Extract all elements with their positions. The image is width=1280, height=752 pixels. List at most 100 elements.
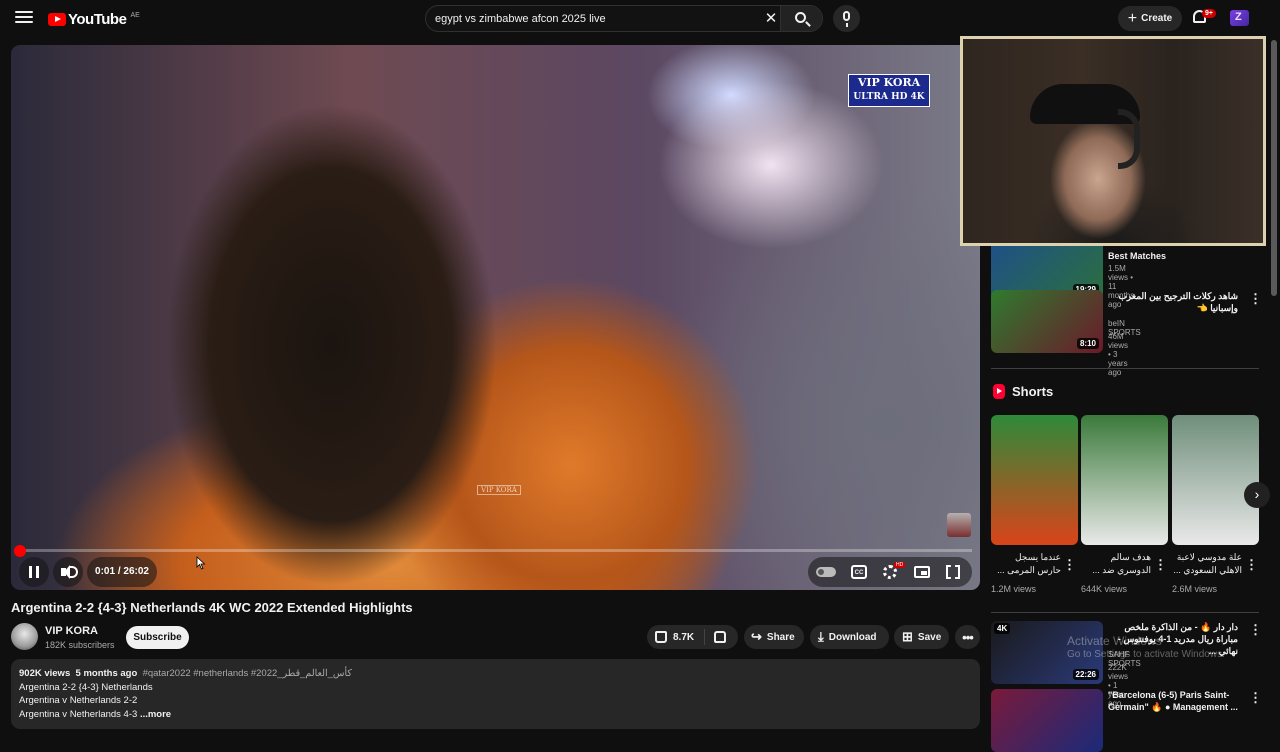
mouse-cursor-icon <box>196 556 206 570</box>
subtitles-button[interactable]: CC <box>851 565 867 579</box>
headset <box>1118 109 1140 169</box>
download-label: Download <box>828 631 877 643</box>
more-actions-icon[interactable]: ••• <box>955 625 980 649</box>
masthead: YouTube AE ✕ + Create 9+ <box>0 0 1280 37</box>
clear-search-icon[interactable]: ✕ <box>761 9 781 29</box>
video-title: Argentina 2-2 {4-3} Netherlands 4K WC 20… <box>11 600 413 615</box>
voice-search-button[interactable] <box>833 5 860 32</box>
short-thumbnail[interactable] <box>1081 415 1168 545</box>
plus-icon: + <box>1127 9 1138 27</box>
video-meta: 46M views • 3 years ago <box>1108 332 1129 377</box>
speaker-icon <box>61 565 70 579</box>
right-controls: CC HD <box>808 557 972 587</box>
like-button[interactable]: 8.7K <box>647 629 705 645</box>
scrubber-handle[interactable] <box>14 545 26 557</box>
channel-avatar[interactable] <box>11 623 38 650</box>
save-button[interactable]: ⊞ Save <box>894 625 949 649</box>
more-options-icon[interactable] <box>1249 621 1257 637</box>
subscribe-button[interactable]: Subscribe <box>126 626 189 649</box>
show-more-link[interactable]: ...more <box>140 709 171 720</box>
volume-button[interactable] <box>53 557 83 587</box>
share-button[interactable]: ↪ Share <box>744 625 804 649</box>
activate-subtitle: Go to Settings to activate Windows. <box>1067 649 1225 660</box>
fullscreen-icon[interactable] <box>946 565 960 579</box>
video-thumbnail[interactable]: 8:10 <box>991 290 1103 353</box>
video-thumbnail[interactable] <box>991 689 1103 752</box>
thumbs-down-icon[interactable] <box>714 631 726 643</box>
short-title[interactable]: عندما يسجل حارس المرمى ... <box>991 551 1061 577</box>
bookmark-icon: ⊞ <box>902 629 913 644</box>
share-arrow-icon: ↪ <box>751 629 762 644</box>
description-meta: 902K views 5 months ago #qatar2022 #neth… <box>19 667 972 681</box>
search-input[interactable] <box>426 6 760 31</box>
scrollbar[interactable] <box>1271 40 1277 296</box>
channel-name[interactable]: VIP KORA <box>45 625 98 637</box>
video-title[interactable]: شاهد ركلات الترجيح بين المغرب وإسبانيا 👈 <box>1108 290 1238 314</box>
search-button[interactable] <box>780 6 822 31</box>
watermark-line-1: VIP KORA <box>857 76 921 89</box>
save-label: Save <box>917 631 942 643</box>
pause-icon-bar <box>36 566 39 578</box>
progress-bar[interactable] <box>19 549 972 552</box>
search-icon <box>795 12 806 23</box>
hamburger-menu-icon[interactable] <box>14 8 34 28</box>
more-options-icon[interactable] <box>1154 556 1162 572</box>
create-label: Create <box>1141 13 1173 24</box>
description-line: Argentina 2-2 {4-3} Netherlands <box>19 681 153 693</box>
view-count: 902K views <box>19 668 71 679</box>
more-options-icon[interactable] <box>1245 556 1253 572</box>
autoplay-toggle[interactable] <box>816 567 836 577</box>
more-options-icon[interactable] <box>1249 689 1257 705</box>
divider <box>991 612 1259 613</box>
shorts-heading: Shorts <box>1012 384 1054 399</box>
windows-activation-watermark: Activate Windows Go to Settings to activ… <box>1067 634 1225 662</box>
logo-text: YouTube <box>68 10 127 28</box>
center-watermark: VIP KORA <box>477 485 521 495</box>
short-thumbnail[interactable] <box>1172 415 1259 545</box>
channel-watermark: VIP KORA ULTRA HD 4K <box>848 74 930 107</box>
volume-wave-icon <box>70 566 78 578</box>
short-views: 1.2M views <box>991 584 1037 594</box>
description-line: Argentina v Netherlands 2-2 <box>19 695 138 706</box>
share-label: Share <box>766 631 795 643</box>
like-count: 8.7K <box>673 631 695 643</box>
download-icon: ⤓ <box>818 629 824 644</box>
account-avatar[interactable] <box>1230 10 1249 26</box>
watermark-line-2: ULTRA HD 4K <box>853 92 925 102</box>
hashtags[interactable]: #qatar2022 #netherlands #كأس_العالم_قطر_… <box>143 668 352 679</box>
time-display: 0:01 / 26:02 <box>87 557 157 587</box>
video-player[interactable]: VIP KORA ULTRA HD 4K VIP KORA 0:01 / 26:… <box>11 45 980 590</box>
description-line: Argentina v Netherlands 4-3 <box>19 708 138 720</box>
like-dislike-group: 8.7K <box>647 625 738 649</box>
next-shorts-chevron-icon[interactable]: › <box>1244 482 1270 508</box>
notifications-badge: 9+ <box>1202 9 1216 18</box>
4k-badge: 4K <box>994 623 1011 634</box>
subscriber-count: 182K subscribers <box>45 640 115 650</box>
create-button[interactable]: + Create <box>1118 6 1182 31</box>
more-options-icon[interactable] <box>1063 556 1071 572</box>
upload-age: 5 months ago <box>75 668 138 679</box>
duration-badge: 22:26 <box>1072 669 1099 680</box>
youtube-logo[interactable]: YouTube AE <box>48 10 140 28</box>
divider <box>991 368 1259 369</box>
search-box: ✕ <box>425 5 823 32</box>
pause-button[interactable] <box>19 557 49 587</box>
short-views: 2.6M views <box>1172 584 1218 594</box>
webcam-overlay <box>960 36 1266 246</box>
short-thumbnail[interactable] <box>991 415 1078 545</box>
activate-title: Activate Windows <box>1067 634 1162 648</box>
short-title[interactable]: هدف سالم الدوسري ضد ... <box>1081 551 1151 577</box>
channel-branding-thumbnail[interactable] <box>947 513 971 537</box>
download-button[interactable]: ⤓ Download <box>810 625 889 649</box>
short-title[interactable]: علة مدوسي لاعبة الاهلي السعودي ... <box>1172 551 1242 577</box>
youtube-play-icon <box>48 12 66 26</box>
pause-icon-bar <box>29 566 32 578</box>
video-title[interactable]: "Barcelona (6-5) Paris Saint-Germain" 🔥 … <box>1108 689 1238 713</box>
description-box[interactable]: 902K views 5 months ago #qatar2022 #neth… <box>11 659 980 729</box>
shorts-icon <box>993 384 1005 399</box>
microphone-icon <box>843 11 850 27</box>
thumbs-up-icon <box>655 631 667 643</box>
video-title[interactable]: Best Matches <box>1108 250 1238 262</box>
miniplayer-icon[interactable] <box>914 566 930 578</box>
more-options-icon[interactable] <box>1249 290 1257 306</box>
